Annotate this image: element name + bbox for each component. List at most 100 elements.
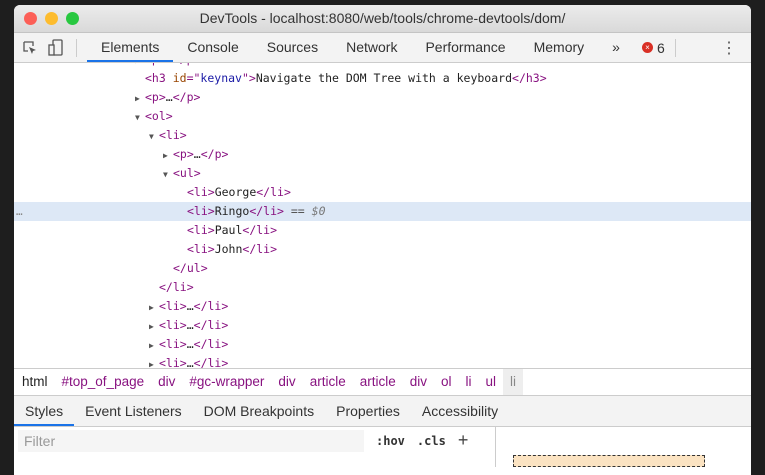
close-button[interactable] bbox=[24, 12, 37, 25]
collapse-triangle-icon[interactable]: ▼ bbox=[163, 165, 173, 184]
breadcrumb-item[interactable]: li bbox=[459, 369, 479, 395]
breadcrumb-item[interactable]: div bbox=[151, 369, 182, 395]
dom-node[interactable]: <li>George</li> bbox=[14, 183, 751, 202]
breadcrumb-item[interactable]: li bbox=[503, 369, 524, 395]
dom-node[interactable]: </ul> bbox=[14, 259, 751, 278]
dom-node[interactable]: ▶ <li>…</li> bbox=[14, 316, 751, 335]
breadcrumb-item[interactable]: ol bbox=[434, 369, 459, 395]
node-token: </li> bbox=[159, 280, 194, 294]
dom-node[interactable]: ▶ <li>…</li> bbox=[14, 297, 751, 316]
breadcrumb-item[interactable]: #top_of_page bbox=[55, 369, 152, 395]
node-token: </li> bbox=[242, 223, 278, 237]
dom-node[interactable]: <li>Ringo</li> == $0… bbox=[14, 202, 751, 221]
node-token: <li> bbox=[187, 242, 215, 256]
node-token: … bbox=[165, 90, 173, 104]
node-token: Ringo bbox=[214, 204, 250, 218]
breadcrumb-item[interactable]: #gc-wrapper bbox=[182, 369, 271, 395]
dom-node[interactable]: ▼ <ol> bbox=[14, 107, 751, 126]
breadcrumb-item[interactable]: div bbox=[271, 369, 302, 395]
styles-filter-input[interactable]: Filter bbox=[18, 430, 364, 452]
node-token: … bbox=[186, 318, 194, 332]
node-token: … bbox=[186, 299, 194, 313]
maximize-button[interactable] bbox=[66, 12, 79, 25]
tab-sources[interactable]: Sources bbox=[253, 33, 332, 62]
new-style-rule-button[interactable]: + bbox=[458, 430, 469, 450]
minimize-button[interactable] bbox=[45, 12, 58, 25]
tab-event-listeners[interactable]: Event Listeners bbox=[74, 396, 193, 426]
node-token: <p> bbox=[173, 147, 194, 161]
dom-node[interactable]: </li> bbox=[14, 278, 751, 297]
class-button[interactable]: .cls bbox=[417, 430, 446, 452]
dom-tree[interactable]: ▶<p>…</p><h3 id="keynav">Navigate the DO… bbox=[14, 63, 751, 368]
tab-styles[interactable]: Styles bbox=[14, 396, 75, 426]
tab-dom-breakpoints[interactable]: DOM Breakpoints bbox=[193, 396, 325, 426]
collapse-triangle-icon[interactable]: ▼ bbox=[135, 108, 145, 127]
node-token: "> bbox=[241, 71, 256, 85]
expand-triangle-icon[interactable]: ▶ bbox=[149, 336, 159, 355]
more-tabs-button[interactable]: » bbox=[598, 33, 634, 62]
tab-properties[interactable]: Properties bbox=[325, 396, 411, 426]
tab-memory[interactable]: Memory bbox=[520, 33, 599, 62]
node-actions-icon[interactable]: … bbox=[16, 202, 23, 221]
sidebar-tabs: Styles Event Listeners DOM Breakpoints Prop… bbox=[14, 396, 751, 427]
dom-node[interactable]: ▶ <li>…</li> bbox=[14, 335, 751, 354]
expand-triangle-icon[interactable]: ▶ bbox=[149, 298, 159, 317]
tab-elements[interactable]: Elements bbox=[87, 33, 174, 62]
node-token: id bbox=[165, 71, 187, 85]
node-token: <li> bbox=[159, 318, 187, 332]
node-token: … bbox=[186, 356, 194, 368]
breadcrumb-item[interactable]: ul bbox=[479, 369, 504, 395]
node-token: =" bbox=[186, 71, 201, 85]
tab-performance[interactable]: Performance bbox=[411, 33, 519, 62]
window-title: DevTools - localhost:8080/web/tools/chro… bbox=[199, 10, 566, 26]
node-token: </li> bbox=[249, 204, 284, 218]
node-token: Navigate the DOM Tree with a keyboard bbox=[255, 71, 513, 85]
node-token: <h3 bbox=[145, 71, 166, 85]
node-token: <li> bbox=[159, 128, 187, 142]
breadcrumb-item[interactable]: article bbox=[353, 369, 403, 395]
device-toolbar-icon[interactable] bbox=[46, 38, 66, 58]
node-token: <p> bbox=[145, 63, 166, 66]
dom-node[interactable]: ▶<p>…</p> bbox=[14, 88, 751, 107]
node-token: </p> bbox=[172, 90, 201, 104]
dom-node[interactable]: ▼ <ul> bbox=[14, 164, 751, 183]
breadcrumb: html #top_of_page div #gc-wrapper div article… bbox=[14, 368, 751, 396]
node-token: <li> bbox=[187, 223, 215, 237]
node-token: <p> bbox=[145, 90, 166, 104]
main-toolbar: Elements Console Sources Network Performance… bbox=[14, 33, 751, 63]
inspect-element-icon[interactable] bbox=[20, 38, 40, 58]
title-bar: DevTools - localhost:8080/web/tools/chro… bbox=[14, 5, 751, 33]
dom-node[interactable]: ▶<p>…</p> bbox=[14, 145, 751, 164]
dom-node[interactable]: <li>John</li> bbox=[14, 240, 751, 259]
dom-node[interactable]: <h3 id="keynav">Navigate the DOM Tree wi… bbox=[14, 69, 751, 88]
node-token: … bbox=[186, 337, 194, 351]
tab-accessibility[interactable]: Accessibility bbox=[411, 396, 509, 426]
more-options-icon[interactable]: ⋮ bbox=[721, 38, 737, 58]
dom-node[interactable]: <li>Paul</li> bbox=[14, 221, 751, 240]
expand-triangle-icon[interactable]: ▶ bbox=[149, 355, 159, 368]
expand-triangle-icon[interactable]: ▶ bbox=[135, 89, 145, 108]
breadcrumb-item[interactable]: article bbox=[303, 369, 353, 395]
tab-console[interactable]: Console bbox=[173, 33, 252, 62]
breadcrumb-item[interactable]: html bbox=[14, 369, 55, 395]
dom-node[interactable]: ▼ <li> bbox=[14, 126, 751, 145]
node-token: </li> bbox=[193, 299, 229, 313]
node-token: </p> bbox=[200, 147, 229, 161]
collapse-triangle-icon[interactable]: ▼ bbox=[149, 127, 159, 146]
node-token: </ul> bbox=[173, 261, 208, 275]
expand-triangle-icon[interactable]: ▶ bbox=[163, 146, 173, 165]
node-token: … bbox=[166, 63, 173, 66]
divider bbox=[76, 38, 77, 57]
node-token: <li> bbox=[187, 185, 215, 199]
error-counter[interactable]: × 6 bbox=[641, 39, 665, 56]
breadcrumb-item[interactable]: div bbox=[403, 369, 434, 395]
tab-network[interactable]: Network bbox=[332, 33, 411, 62]
node-token: == bbox=[283, 204, 312, 218]
dom-node[interactable]: ▶ <li>…</li> bbox=[14, 354, 751, 368]
node-token: </h3> bbox=[512, 71, 547, 85]
hover-state-button[interactable]: :hov bbox=[376, 430, 405, 452]
node-token: George bbox=[214, 185, 257, 199]
error-count: 6 bbox=[656, 39, 665, 56]
node-token: <ul> bbox=[173, 166, 201, 180]
expand-triangle-icon[interactable]: ▶ bbox=[149, 317, 159, 336]
